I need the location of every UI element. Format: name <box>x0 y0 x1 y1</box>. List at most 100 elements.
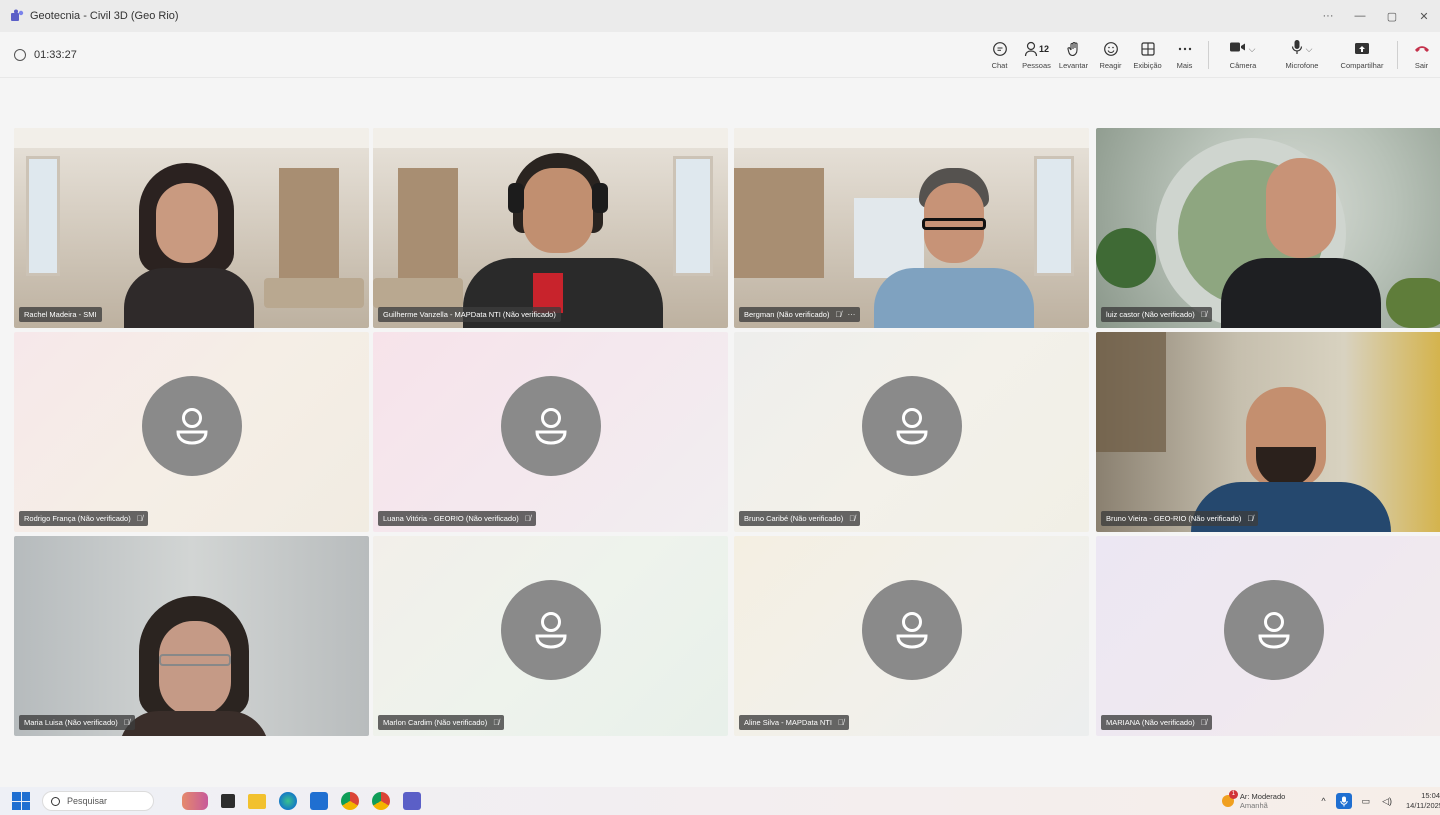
participant-tile[interactable]: Rodrigo França (Não verificado) 🎙̸ <box>14 332 369 532</box>
chat-button[interactable]: Chat <box>981 34 1018 76</box>
participant-tile[interactable]: luiz castor (Não verificado) 🎙̸ <box>1096 128 1440 328</box>
notification-badge: 1 <box>1228 790 1238 799</box>
window-titlebar: Geotecnia - Civil 3D (Geo Rio) ··· — ▢ ✕ <box>0 0 1440 32</box>
window-more-button[interactable]: ··· <box>1312 10 1344 22</box>
chevron-up-icon[interactable]: ^ <box>1321 796 1325 806</box>
participant-tile[interactable]: Guilherme Vanzella - MAPData NTI (Não ve… <box>373 128 728 328</box>
share-label: Compartilhar <box>1340 61 1384 70</box>
people-count: 12 <box>1038 44 1049 54</box>
leave-button[interactable]: Sair <box>1403 34 1440 76</box>
windows-taskbar: Pesquisar 1 Ar: Moderado Amanhã ^ ▭ ◁) 1… <box>0 787 1440 815</box>
participant-tile[interactable]: Rachel Madeira - SMI <box>14 128 369 328</box>
participant-name: Bergman (Não verificado) <box>744 310 830 319</box>
avatar <box>1223 580 1324 680</box>
shield-icon <box>14 48 26 61</box>
person-icon <box>534 408 567 445</box>
participant-name-label: Rachel Madeira - SMI <box>19 307 102 322</box>
taskbar-clock[interactable]: 15:04 14/11/2025 <box>1406 791 1440 811</box>
grid-view-icon <box>1140 40 1156 58</box>
hang-up-icon <box>1414 40 1430 58</box>
hand-icon <box>1066 40 1081 58</box>
participant-name: luiz castor (Não verificado) <box>1106 310 1195 319</box>
microphone-options-chevron-icon[interactable]: ⌵ <box>1306 44 1313 55</box>
window-maximize-button[interactable]: ▢ <box>1376 10 1408 23</box>
microphone-label: Microfone <box>1285 61 1319 70</box>
camera-icon <box>1229 40 1247 59</box>
share-button[interactable]: Compartilhar <box>1332 34 1392 76</box>
chrome-profile-icon[interactable] <box>372 792 390 810</box>
store-icon[interactable] <box>310 792 328 810</box>
participant-name-label: Aline Silva - MAPData NTI 🎙̸ <box>739 715 849 730</box>
participant-name: Rachel Madeira - SMI <box>24 310 97 319</box>
participant-name: Bruno Vieira - GEO-RIO (Não verificado) <box>1106 514 1242 523</box>
teams-app-icon <box>10 9 24 23</box>
avatar <box>141 376 242 476</box>
system-tray: 1 Ar: Moderado Amanhã ^ ▭ ◁) 15:04 14/11… <box>1221 787 1440 815</box>
participant-more-options[interactable]: ··· <box>847 310 855 319</box>
camera-options-chevron-icon[interactable]: ⌵ <box>1249 44 1256 55</box>
window-minimize-button[interactable]: — <box>1344 10 1376 22</box>
person-icon <box>895 612 928 649</box>
person-icon <box>895 408 928 445</box>
participant-name: Maria Luisa (Não verificado) <box>24 718 118 727</box>
participant-name-label: Bergman (Não verificado) 🎙̸ ··· <box>739 307 861 322</box>
window-close-button[interactable]: ✕ <box>1408 10 1440 23</box>
mic-off-icon: 🎙̸ <box>123 718 130 727</box>
weather-subtitle: Amanhã <box>1239 801 1268 810</box>
participant-tile[interactable]: Aline Silva - MAPData NTI 🎙̸ <box>734 536 1089 736</box>
avatar <box>861 376 962 476</box>
camera-button[interactable]: ⌵ Câmera <box>1214 34 1272 76</box>
raise-hand-button[interactable]: Levantar <box>1055 34 1092 76</box>
participant-name-label: Rodrigo França (Não verificado) 🎙̸ <box>19 511 148 526</box>
avatar <box>861 580 962 680</box>
chrome-icon[interactable] <box>341 792 359 810</box>
react-button[interactable]: Reagir <box>1092 34 1129 76</box>
participant-tile[interactable]: Maria Luisa (Não verificado) 🎙̸ <box>14 536 369 736</box>
participant-tile[interactable]: MARIANA (Não verificado) 🎙̸ <box>1096 536 1440 736</box>
participant-name-label: Bruno Vieira - GEO-RIO (Não verificado) 🎙… <box>1101 511 1259 526</box>
window-title: Geotecnia - Civil 3D (Geo Rio) <box>30 10 179 22</box>
participant-name: MARIANA (Não verificado) <box>1106 718 1195 727</box>
edge-browser-icon[interactable] <box>279 792 297 810</box>
participant-tile[interactable]: Luana Vitória - GEORIO (Não verificado) 🎙… <box>373 332 728 532</box>
avatar <box>500 580 601 680</box>
mic-off-icon: 🎙̸ <box>524 514 531 523</box>
mic-off-icon: 🎙̸ <box>493 718 500 727</box>
people-icon: 12 <box>1024 40 1049 58</box>
weather-title: Ar: Moderado <box>1239 792 1286 801</box>
participant-tile[interactable]: Bergman (Não verificado) 🎙̸ ··· <box>734 128 1089 328</box>
toolbar-divider <box>1397 41 1398 69</box>
participant-tile[interactable]: Marlon Cardim (Não verificado) 🎙̸ <box>373 536 728 736</box>
view-label: Exibição <box>1133 61 1162 70</box>
participant-name: Bruno Caribé (Não verificado) <box>744 514 844 523</box>
network-icon[interactable]: ▭ <box>1362 796 1371 807</box>
microphone-in-use-icon[interactable] <box>1335 793 1352 809</box>
meeting-toolbar: 01:33:27 Chat 12 Pessoas Levantar Reagir… <box>0 32 1440 78</box>
avatar <box>500 376 601 476</box>
weather-widget[interactable]: 1 Ar: Moderado Amanhã <box>1221 790 1286 810</box>
volume-icon[interactable]: ◁) <box>1382 796 1392 807</box>
participant-name: Aline Silva - MAPData NTI <box>744 718 832 727</box>
widgets-icon[interactable] <box>182 792 208 810</box>
participant-name-label: Luana Vitória - GEORIO (Não verificado) 🎙… <box>378 511 536 526</box>
meeting-timer-text: 01:33:27 <box>34 48 77 61</box>
teams-icon[interactable] <box>403 792 421 810</box>
participant-tile[interactable]: Bruno Caribé (Não verificado) 🎙̸ <box>734 332 1089 532</box>
more-button[interactable]: Mais <box>1166 34 1203 76</box>
microphone-button[interactable]: ⌵ Microfone <box>1272 34 1332 76</box>
emoji-icon <box>1103 40 1119 58</box>
file-explorer-icon[interactable] <box>248 793 266 809</box>
participant-name-label: Bruno Caribé (Não verificado) 🎙̸ <box>739 511 861 526</box>
share-icon <box>1354 40 1370 58</box>
participant-name-label: luiz castor (Não verificado) 🎙̸ <box>1101 307 1212 322</box>
person-icon <box>534 612 567 649</box>
participant-name: Marlon Cardim (Não verificado) <box>383 718 488 727</box>
participant-tile[interactable]: Bruno Vieira - GEO-RIO (Não verificado) 🎙… <box>1096 332 1440 532</box>
windows-start-icon[interactable] <box>12 792 30 810</box>
task-view-icon[interactable] <box>221 794 235 808</box>
react-label: Reagir <box>1099 61 1122 70</box>
taskbar-search[interactable]: Pesquisar <box>42 791 154 811</box>
view-button[interactable]: Exibição <box>1129 34 1166 76</box>
toolbar-divider <box>1208 41 1209 69</box>
people-button[interactable]: 12 Pessoas <box>1018 34 1055 76</box>
